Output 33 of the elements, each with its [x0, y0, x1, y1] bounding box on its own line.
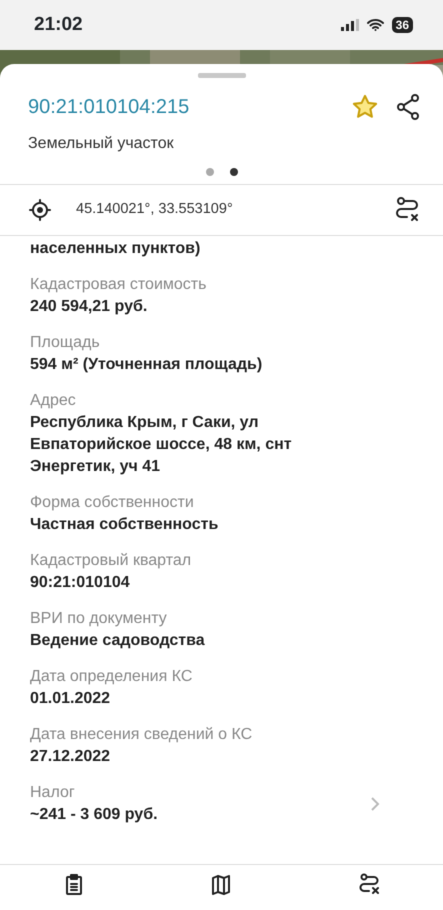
field-label: Кадастровая стоимость: [30, 275, 208, 295]
field-value: 594 м² (Уточненная площадь): [30, 355, 264, 375]
page-dot[interactable]: [230, 168, 238, 176]
field-label: Адрес: [30, 391, 77, 411]
signal-icon: [340, 19, 359, 31]
battery-level: 36: [392, 17, 413, 33]
object-type: Земельный участок: [27, 134, 175, 154]
share-icon[interactable]: [395, 93, 421, 121]
location-target-icon[interactable]: [28, 198, 52, 222]
coordinates: 45.140021°, 33.553109°: [76, 200, 233, 220]
field-label: Дата внесения сведений о КС: [30, 725, 254, 745]
wifi-icon: [366, 19, 384, 31]
route-icon[interactable]: [393, 196, 421, 224]
field-label: Кадастровый квартал: [30, 551, 192, 571]
cadastral-number[interactable]: 90:21:010104:215: [28, 92, 190, 122]
map-icon[interactable]: [210, 873, 232, 895]
field-value: 01.01.2022: [30, 689, 112, 709]
field-value: Ведение садоводства: [30, 631, 206, 651]
route-icon[interactable]: [358, 873, 380, 895]
field-label: ВРИ по документу: [30, 609, 168, 629]
field-value: ~241 - 3 609 руб.: [30, 805, 159, 825]
field-label: Форма собственности: [30, 493, 195, 513]
field-label: Площадь: [30, 333, 101, 353]
field-value: 90:21:010104: [30, 573, 131, 593]
field-value: Частная собственность: [30, 515, 220, 535]
field-value: 240 594,21 руб.: [30, 297, 148, 317]
field-label: Налог: [30, 783, 76, 803]
field-value: населенных пунктов): [30, 239, 202, 259]
status-time: 21:02: [34, 12, 83, 37]
field-label: Дата определения КС: [30, 667, 194, 687]
page-dot[interactable]: [206, 168, 214, 176]
field-value: 27.12.2022: [30, 747, 112, 767]
field-value: Республика Крым, г Саки, ул Евпаторийское шоссе, 48 км, снт Энергетик, уч 41: [30, 413, 293, 477]
